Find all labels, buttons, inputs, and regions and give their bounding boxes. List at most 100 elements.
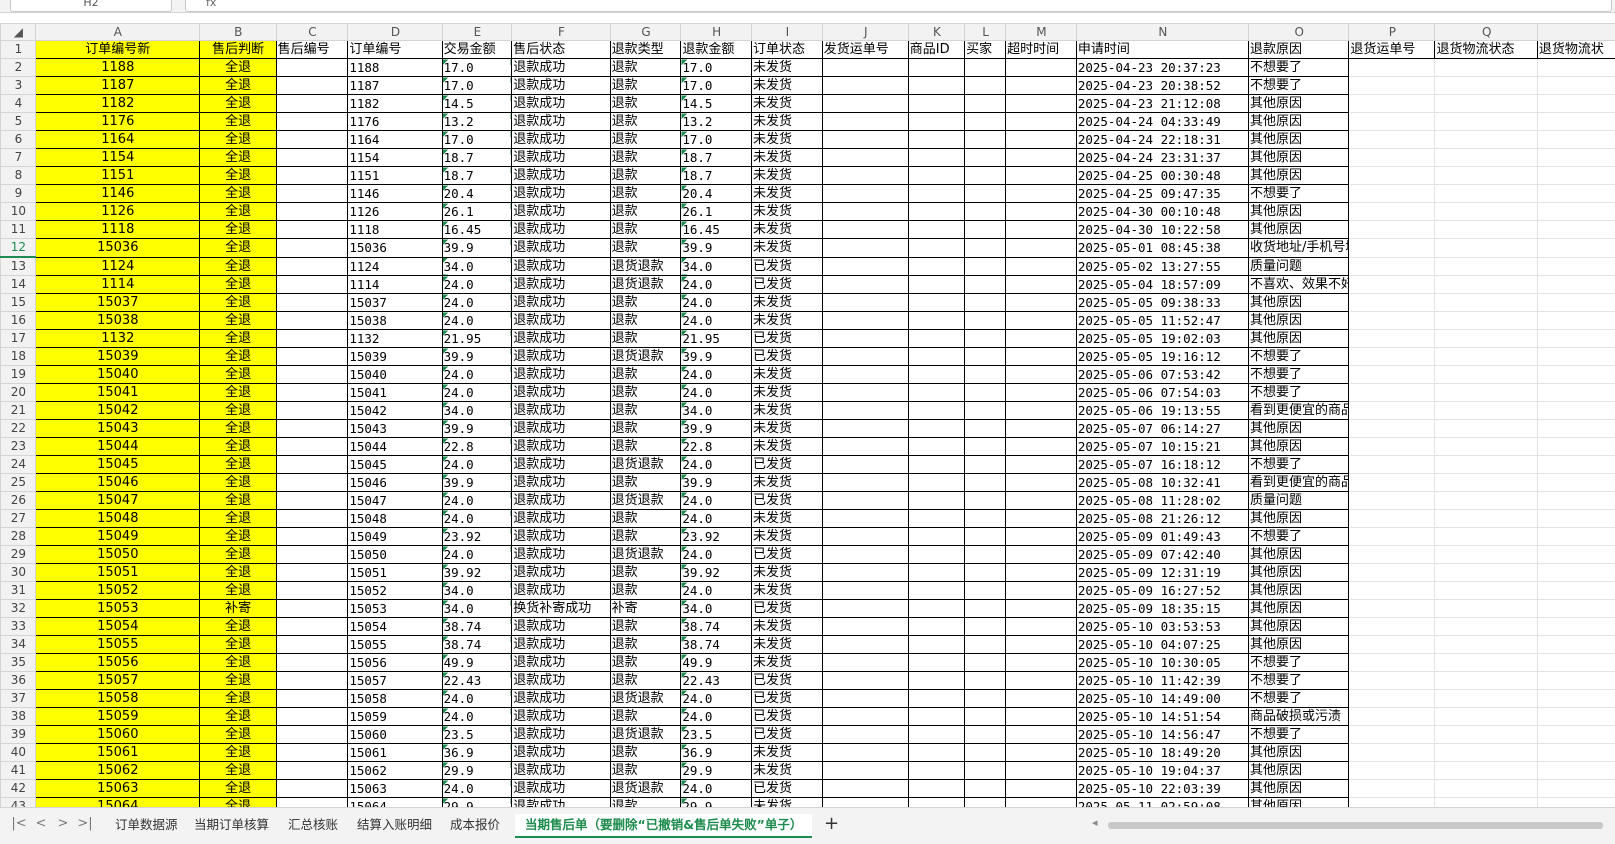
cell[interactable]: 不想要了 (1248, 384, 1348, 402)
cell[interactable]: 其他原因 (1248, 420, 1348, 438)
cell[interactable]: 1154 (348, 149, 442, 167)
cell[interactable]: 退款成功 (512, 654, 610, 672)
cell[interactable]: 退款 (610, 203, 681, 221)
header-cell[interactable]: 退款类型 (610, 41, 681, 59)
cell[interactable] (908, 113, 964, 131)
row-number[interactable]: 19 (1, 366, 36, 384)
cell[interactable]: 退款成功 (512, 420, 610, 438)
cell[interactable]: 退货退款 (610, 546, 681, 564)
cell[interactable] (1006, 726, 1077, 744)
cell[interactable] (1435, 239, 1537, 258)
cell[interactable]: 15050 (35, 546, 199, 564)
cell[interactable] (822, 762, 908, 780)
cell[interactable] (1006, 618, 1077, 636)
cell[interactable]: 18.7 (442, 167, 512, 185)
cell[interactable] (1006, 600, 1077, 618)
cell[interactable]: 退款成功 (512, 726, 610, 744)
cell[interactable] (908, 762, 964, 780)
cell[interactable]: 2025-05-02 13:27:55 (1076, 257, 1248, 276)
cell[interactable] (1435, 618, 1537, 636)
cell[interactable]: 退款 (610, 384, 681, 402)
cell[interactable] (965, 330, 1006, 348)
cell[interactable] (965, 636, 1006, 654)
row-number[interactable]: 9 (1, 185, 36, 203)
cell[interactable]: 全退 (199, 185, 276, 203)
cell[interactable]: 2025-05-10 18:49:20 (1076, 744, 1248, 762)
row-number[interactable]: 7 (1, 149, 36, 167)
cell[interactable]: 退款 (610, 636, 681, 654)
cell[interactable]: 24.0 (681, 546, 752, 564)
cell[interactable] (822, 708, 908, 726)
cell[interactable] (965, 438, 1006, 456)
cell[interactable] (822, 636, 908, 654)
row-number[interactable]: 40 (1, 744, 36, 762)
cell[interactable] (822, 744, 908, 762)
cell[interactable] (276, 690, 348, 708)
cell[interactable]: 2025-05-05 19:02:03 (1076, 330, 1248, 348)
cell[interactable]: 全退 (199, 546, 276, 564)
cell[interactable] (276, 330, 348, 348)
cell[interactable] (822, 564, 908, 582)
row-number[interactable]: 17 (1, 330, 36, 348)
cell[interactable] (276, 167, 348, 185)
row-number[interactable]: 4 (1, 95, 36, 113)
cell[interactable] (965, 402, 1006, 420)
cell[interactable] (1435, 330, 1537, 348)
header-cell[interactable]: 交易金额 (442, 41, 512, 59)
cell[interactable] (1537, 77, 1615, 95)
cell[interactable] (822, 798, 908, 808)
cell[interactable]: 全退 (199, 330, 276, 348)
cell[interactable]: 全退 (199, 149, 276, 167)
cell[interactable]: 未发货 (752, 294, 823, 312)
cell[interactable] (276, 510, 348, 528)
cell[interactable]: 29.9 (442, 798, 512, 808)
cell[interactable] (822, 780, 908, 798)
cell[interactable] (908, 239, 964, 258)
cell[interactable]: 其他原因 (1248, 564, 1348, 582)
cell[interactable] (1537, 618, 1615, 636)
cell[interactable]: 24.0 (681, 582, 752, 600)
cell[interactable]: 24.0 (442, 384, 512, 402)
cell[interactable]: 15046 (35, 474, 199, 492)
cell[interactable]: 15046 (348, 474, 442, 492)
cell[interactable] (1537, 780, 1615, 798)
cell[interactable] (1006, 203, 1077, 221)
cell[interactable] (822, 131, 908, 149)
row-number[interactable]: 29 (1, 546, 36, 564)
cell[interactable]: 退款成功 (512, 239, 610, 258)
cell[interactable]: 退款 (610, 672, 681, 690)
cell[interactable]: 已发货 (752, 600, 823, 618)
cell[interactable]: 退款成功 (512, 798, 610, 808)
cell[interactable]: 2025-05-10 04:07:25 (1076, 636, 1248, 654)
cell[interactable] (965, 474, 1006, 492)
cell[interactable]: 38.74 (442, 636, 512, 654)
cell[interactable] (908, 203, 964, 221)
column-header[interactable]: C (276, 24, 348, 41)
column-header[interactable] (1537, 24, 1615, 41)
cell[interactable]: 1126 (348, 203, 442, 221)
cell[interactable]: 15049 (35, 528, 199, 546)
row-number[interactable]: 5 (1, 113, 36, 131)
cell[interactable]: 1118 (348, 221, 442, 239)
cell[interactable]: 15061 (348, 744, 442, 762)
cell[interactable]: 退款 (610, 654, 681, 672)
cell[interactable] (965, 456, 1006, 474)
cell[interactable]: 15063 (35, 780, 199, 798)
cell[interactable] (1349, 492, 1435, 510)
cell[interactable] (1006, 77, 1077, 95)
cell[interactable]: 15055 (35, 636, 199, 654)
cell[interactable] (1349, 59, 1435, 77)
cell[interactable] (276, 762, 348, 780)
cell[interactable]: 质量问题 (1248, 257, 1348, 276)
cell[interactable] (1537, 690, 1615, 708)
cell[interactable]: 17.0 (442, 131, 512, 149)
cell[interactable] (965, 348, 1006, 366)
cell[interactable] (1435, 726, 1537, 744)
cell[interactable] (1006, 690, 1077, 708)
header-cell[interactable]: 退款金额 (681, 41, 752, 59)
cell[interactable] (1537, 276, 1615, 294)
cell[interactable]: 退款 (610, 149, 681, 167)
cell[interactable]: 其他原因 (1248, 167, 1348, 185)
cell[interactable] (1537, 636, 1615, 654)
cell[interactable]: 退款成功 (512, 348, 610, 366)
